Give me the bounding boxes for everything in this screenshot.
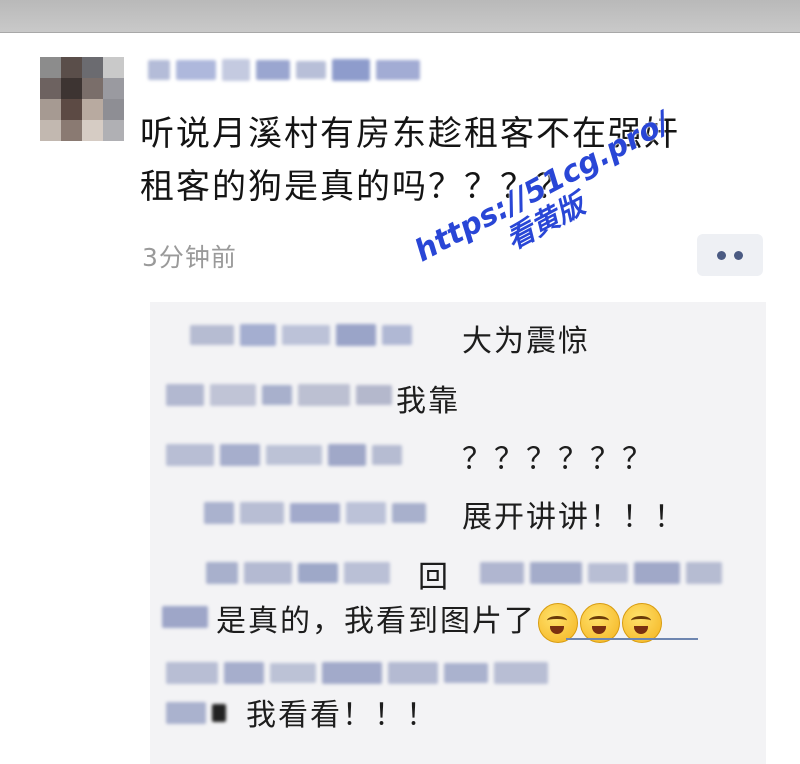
- comment-author-blurred: [206, 560, 390, 586]
- more-dots-icon[interactable]: [697, 234, 763, 276]
- emoji-underline: [566, 638, 698, 640]
- comment-author-blurred: [166, 660, 548, 686]
- crying-laughing-emoji: [580, 602, 620, 643]
- username-blurred[interactable]: [148, 58, 468, 82]
- comment-text: ？？？？？？: [462, 442, 654, 477]
- status-bar: [0, 0, 800, 33]
- comment-author-blurred: [166, 700, 226, 726]
- comment-author-blurred: [204, 500, 426, 526]
- comment-author-blurred: [166, 442, 402, 468]
- comment-author-blurred: [166, 382, 392, 408]
- dot: [717, 250, 726, 260]
- comment-item[interactable]: 我靠: [150, 370, 766, 419]
- comment-author-blurred: [190, 322, 412, 348]
- comment-text-blurred: [480, 560, 722, 586]
- avatar[interactable]: [40, 57, 124, 141]
- crying-laughing-emoji: [622, 602, 662, 643]
- comment-item[interactable]: 大为震惊: [150, 310, 766, 359]
- comment-item[interactable]: 展开讲讲！！！: [150, 488, 766, 536]
- comment-author-blurred: [162, 604, 208, 630]
- comment-item[interactable]: 我看看！！！: [150, 686, 766, 734]
- post-text-line2: 租客的狗是真的吗？？？？: [140, 167, 572, 207]
- crying-laughing-emoji: [538, 602, 578, 643]
- comment-text: 我靠: [396, 384, 460, 419]
- comment-item[interactable]: ？？？？？？: [150, 430, 766, 478]
- comment-text: 是真的，我看到图片了: [216, 596, 662, 643]
- comment-text-content: 是真的，我看到图片了: [216, 604, 536, 639]
- timestamp: 3分钟前: [142, 243, 237, 272]
- dot: [734, 250, 743, 260]
- comment-text: 我看看！！！: [246, 698, 438, 733]
- comment-list: 大为震惊 我靠 ？？？？？？ 展开讲讲！！！ 回 是真的，我看到图片了 我看看！…: [150, 302, 766, 764]
- comment-text: 大为震惊: [462, 324, 590, 359]
- comment-item[interactable]: 是真的，我看到图片了: [150, 588, 766, 643]
- comment-text: 展开讲讲！！！: [462, 500, 686, 535]
